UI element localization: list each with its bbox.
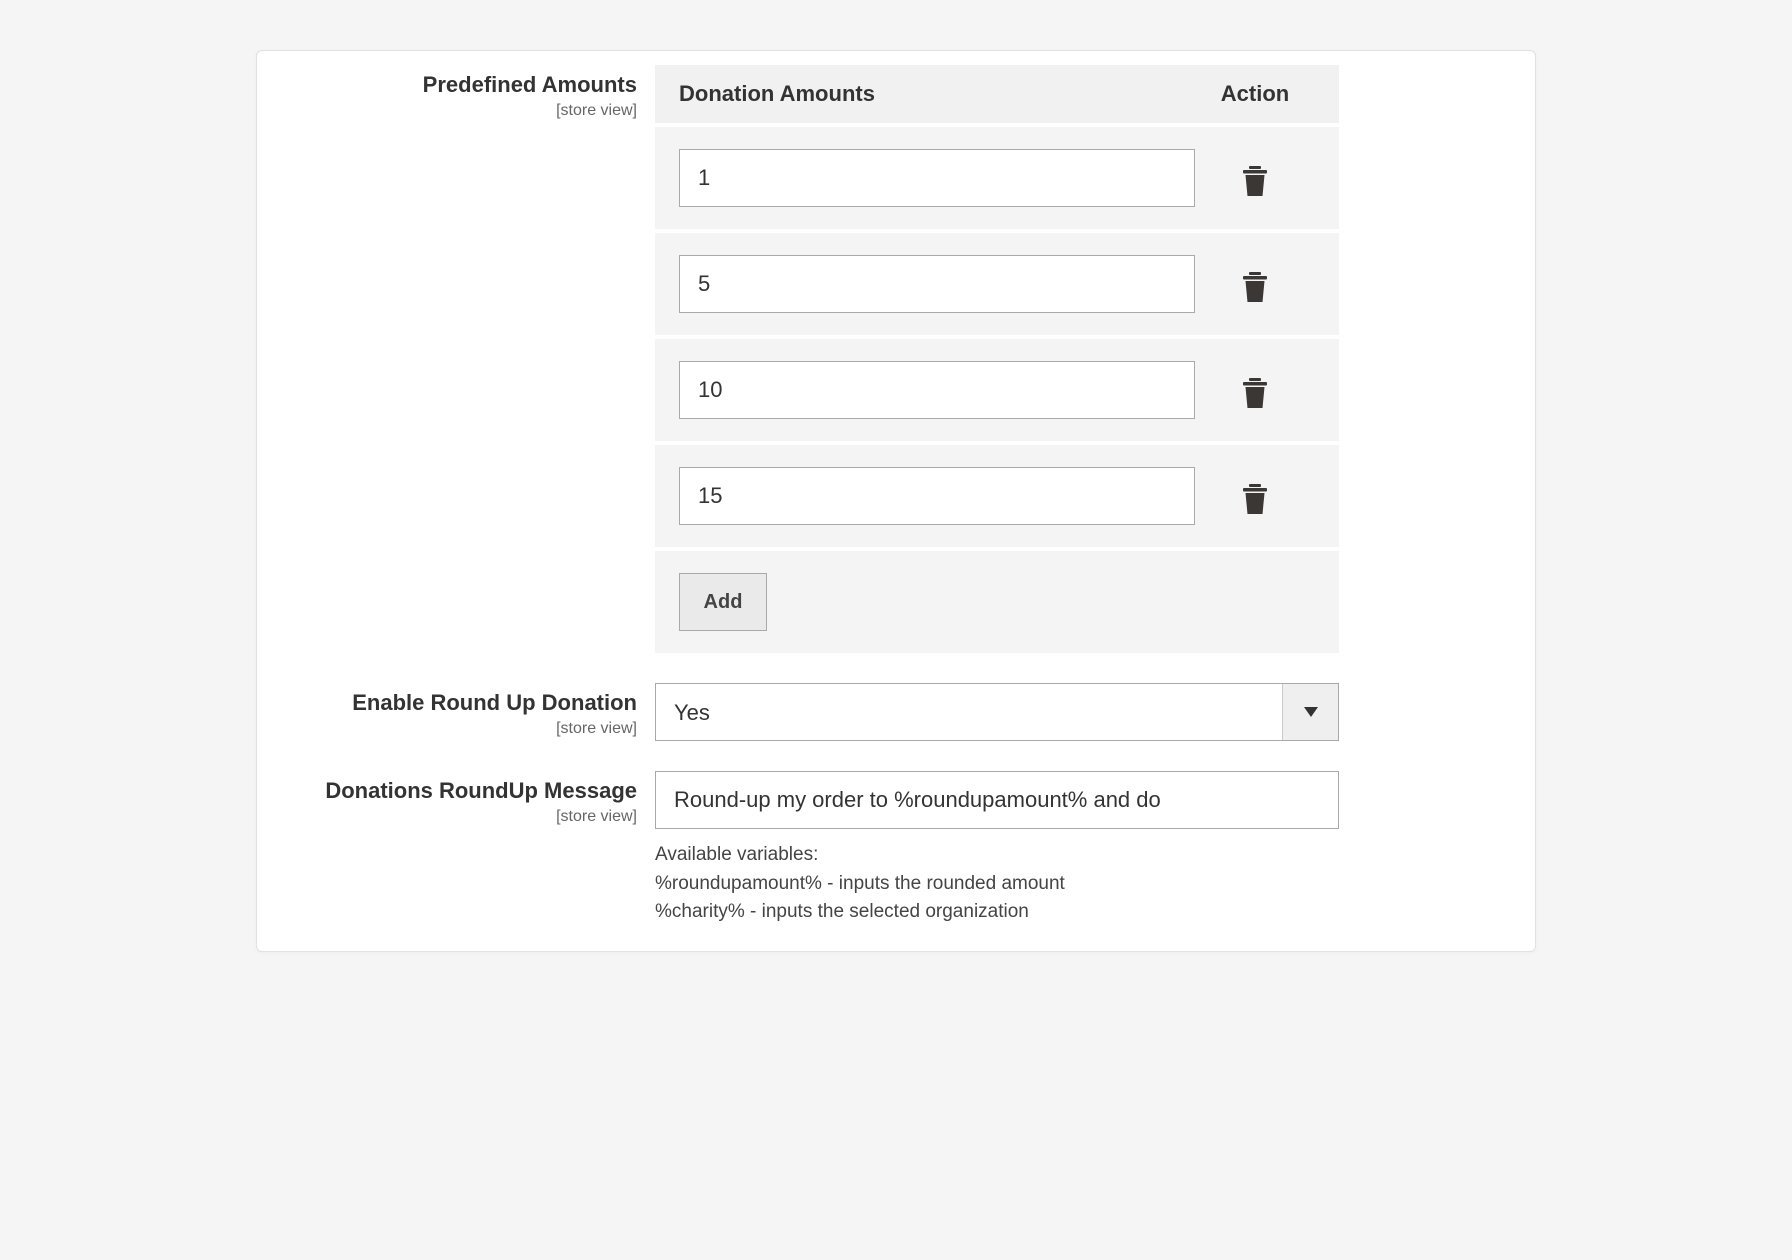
row-roundup-message: Donations RoundUp Message [store view] A… [275,771,1517,927]
donation-amount-action-cell [1195,160,1315,196]
label-column: Enable Round Up Donation [store view] [275,683,655,738]
trash-icon [1243,272,1267,302]
donation-amount-row [655,123,1339,229]
donation-amount-row [655,229,1339,335]
roundup-message-input[interactable] [655,771,1339,829]
note-title: Available variables: [655,841,1339,870]
value-column: YesNo [655,683,1517,741]
add-button[interactable]: Add [679,573,767,631]
trash-icon [1243,378,1267,408]
donation-amounts-table: Donation Amounts Action Add [655,65,1339,653]
value-column: Available variables: %roundupamount% - i… [655,771,1517,927]
donation-amounts-header: Donation Amounts Action [655,65,1339,123]
delete-amount-button[interactable] [1240,266,1270,302]
donation-amount-action-cell [1195,266,1315,302]
trash-icon [1243,166,1267,196]
predefined-amounts-scope: [store view] [275,101,637,120]
label-column: Predefined Amounts [store view] [275,65,655,120]
row-predefined-amounts: Predefined Amounts [store view] Donation… [275,65,1517,653]
donation-amount-action-cell [1195,478,1315,514]
enable-roundup-select-wrap: YesNo [655,683,1339,741]
donation-amount-input[interactable] [679,255,1195,313]
delete-amount-button[interactable] [1240,372,1270,408]
donation-amount-row [655,335,1339,441]
note-line-2: %charity% - inputs the selected organiza… [655,898,1339,927]
donation-amount-input[interactable] [679,467,1195,525]
settings-card: Predefined Amounts [store view] Donation… [256,50,1536,952]
row-enable-roundup: Enable Round Up Donation [store view] Ye… [275,683,1517,741]
donation-amount-input[interactable] [679,149,1195,207]
roundup-message-note: Available variables: %roundupamount% - i… [655,841,1339,927]
roundup-message-scope: [store view] [275,807,637,826]
enable-roundup-select[interactable]: YesNo [656,684,1338,740]
header-donation-amounts: Donation Amounts [679,81,1195,107]
delete-amount-button[interactable] [1240,478,1270,514]
delete-amount-button[interactable] [1240,160,1270,196]
enable-roundup-scope: [store view] [275,719,637,738]
donation-amount-row [655,441,1339,547]
donation-amount-action-cell [1195,372,1315,408]
note-line-1: %roundupamount% - inputs the rounded amo… [655,870,1339,899]
donation-amount-input[interactable] [679,361,1195,419]
roundup-message-label: Donations RoundUp Message [275,777,637,805]
value-column: Donation Amounts Action Add [655,65,1517,653]
label-column: Donations RoundUp Message [store view] [275,771,655,826]
enable-roundup-label: Enable Round Up Donation [275,689,637,717]
predefined-amounts-label: Predefined Amounts [275,71,637,99]
add-row: Add [655,547,1339,653]
header-action: Action [1195,81,1315,107]
trash-icon [1243,484,1267,514]
